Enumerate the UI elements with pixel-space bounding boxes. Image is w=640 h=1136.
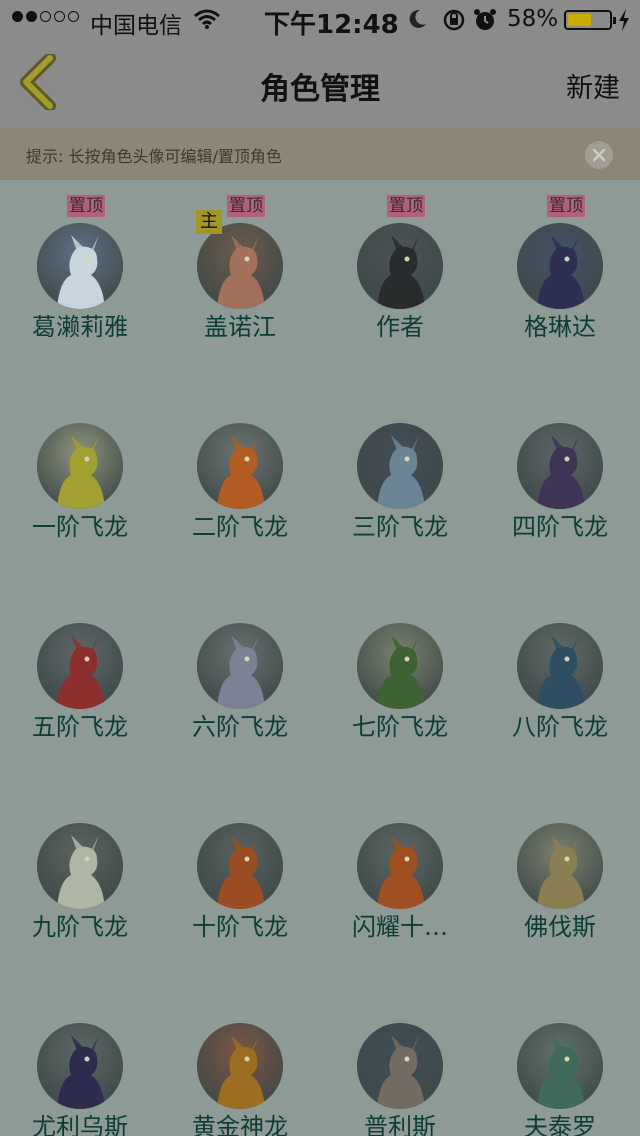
character-item[interactable]: 尤利乌斯 <box>0 980 160 1136</box>
character-item[interactable]: 置顶葛濑莉雅 <box>0 180 160 380</box>
character-avatar[interactable] <box>517 623 603 709</box>
character-item[interactable]: 七阶飞龙 <box>320 580 480 780</box>
pinned-badge: 置顶 <box>67 195 105 217</box>
character-name: 佛伐斯 <box>524 913 596 941</box>
character-name: 九阶飞龙 <box>32 913 128 941</box>
character-avatar[interactable] <box>357 823 443 909</box>
pinned-badge: 置顶 <box>227 195 265 217</box>
character-avatar[interactable] <box>357 423 443 509</box>
tip-text: 提示: 长按角色头像可编辑/置顶角色 <box>26 147 282 166</box>
carrier-name: 中国电信 <box>90 13 182 39</box>
character-avatar[interactable] <box>357 1023 443 1109</box>
character-name: 普利斯 <box>364 1113 436 1136</box>
character-name: 葛濑莉雅 <box>32 313 128 341</box>
close-tip-button[interactable] <box>585 141 613 169</box>
character-avatar[interactable] <box>357 223 443 309</box>
character-item[interactable]: 置顶格琳达 <box>480 180 640 380</box>
character-name: 三阶飞龙 <box>352 513 448 541</box>
pinned-badge: 置顶 <box>387 195 425 217</box>
character-name: 四阶飞龙 <box>512 513 608 541</box>
charging-bolt-icon <box>618 9 630 37</box>
character-name: 五阶飞龙 <box>32 713 128 741</box>
character-item[interactable]: 置顶作者 <box>320 180 480 380</box>
character-avatar[interactable] <box>37 1023 123 1109</box>
character-item[interactable]: 十阶飞龙 <box>160 780 320 980</box>
navigation-bar: 角色管理 新建 <box>0 40 640 128</box>
app-screen: 中国电信 下午12:48 58% 角色管理 新建 提示: 长按角色头像可编辑/置… <box>0 0 640 1136</box>
character-name: 二阶飞龙 <box>192 513 288 541</box>
character-avatar[interactable] <box>357 623 443 709</box>
signal-strength-icon <box>12 11 79 22</box>
character-name: 六阶飞龙 <box>192 713 288 741</box>
character-name: 尤利乌斯 <box>32 1113 128 1136</box>
character-avatar[interactable] <box>517 823 603 909</box>
character-avatar[interactable] <box>197 223 283 309</box>
character-item[interactable]: 夫泰罗 <box>480 980 640 1136</box>
character-avatar[interactable] <box>37 223 123 309</box>
battery-percent: 58% <box>507 6 559 32</box>
character-avatar[interactable] <box>37 823 123 909</box>
status-bar: 中国电信 下午12:48 58% <box>0 0 640 40</box>
status-time: 下午12:48 <box>264 10 399 40</box>
page-title: 角色管理 <box>260 72 380 107</box>
character-grid: 置顶 葛濑莉雅 置顶主盖诺江 置顶 作者 置顶 格琳达 一阶飞龙 二阶飞龙 三阶飞龙 四阶飞龙 五阶飞… <box>0 180 640 1136</box>
character-item[interactable]: 八阶飞龙 <box>480 580 640 780</box>
character-item[interactable]: 普利斯 <box>320 980 480 1136</box>
character-name: 八阶飞龙 <box>512 713 608 741</box>
character-item[interactable]: 黄金神龙 <box>160 980 320 1136</box>
character-avatar[interactable] <box>197 623 283 709</box>
character-avatar[interactable] <box>37 423 123 509</box>
rotation-lock-icon <box>442 8 466 38</box>
do-not-disturb-moon-icon <box>406 8 428 36</box>
battery-icon <box>564 10 616 30</box>
character-avatar[interactable] <box>37 623 123 709</box>
character-name: 盖诺江 <box>204 313 276 341</box>
character-name: 七阶飞龙 <box>352 713 448 741</box>
tip-banner: 提示: 长按角色头像可编辑/置顶角色 <box>0 128 640 180</box>
character-name: 作者 <box>376 313 424 341</box>
new-character-button[interactable]: 新建 <box>566 66 620 105</box>
character-name: 夫泰罗 <box>524 1113 596 1136</box>
character-avatar[interactable] <box>197 1023 283 1109</box>
wifi-icon <box>194 8 220 36</box>
character-name: 十阶飞龙 <box>192 913 288 941</box>
character-item[interactable]: 一阶飞龙 <box>0 380 160 580</box>
character-name: 格琳达 <box>524 313 596 341</box>
character-avatar[interactable] <box>197 423 283 509</box>
character-avatar[interactable] <box>517 423 603 509</box>
character-name: 黄金神龙 <box>192 1113 288 1136</box>
character-item[interactable]: 九阶飞龙 <box>0 780 160 980</box>
character-item[interactable]: 五阶飞龙 <box>0 580 160 780</box>
close-icon <box>592 148 606 162</box>
alarm-clock-icon <box>474 8 496 38</box>
character-name: 一阶飞龙 <box>32 513 128 541</box>
character-item[interactable]: 二阶飞龙 <box>160 380 320 580</box>
character-item[interactable]: 置顶主盖诺江 <box>160 180 320 380</box>
character-avatar[interactable] <box>197 823 283 909</box>
character-name: 闪耀十… <box>352 913 448 941</box>
main-character-badge: 主 <box>196 210 222 234</box>
pinned-badge: 置顶 <box>547 195 585 217</box>
character-item[interactable]: 四阶飞龙 <box>480 380 640 580</box>
character-avatar[interactable] <box>517 1023 603 1109</box>
character-item[interactable]: 闪耀十… <box>320 780 480 980</box>
character-item[interactable]: 三阶飞龙 <box>320 380 480 580</box>
character-avatar[interactable] <box>517 223 603 309</box>
character-item[interactable]: 六阶飞龙 <box>160 580 320 780</box>
character-item[interactable]: 佛伐斯 <box>480 780 640 980</box>
